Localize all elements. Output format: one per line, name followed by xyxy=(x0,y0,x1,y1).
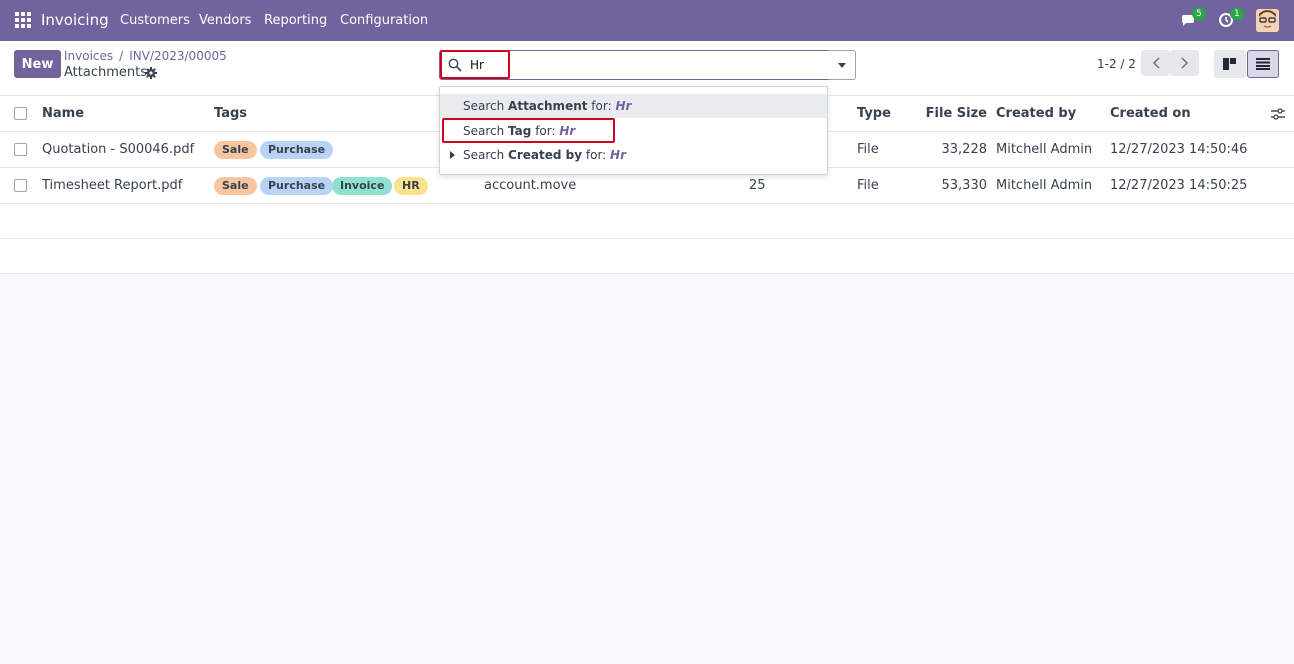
activities-badge: 1 xyxy=(1230,8,1244,20)
breadcrumb: Invoices / INV/2023/00005 xyxy=(64,49,227,63)
gear-icon[interactable] xyxy=(145,67,157,82)
messages-icon[interactable]: 5 xyxy=(1180,8,1206,31)
kanban-icon xyxy=(1223,58,1236,70)
row-res-model: account.move xyxy=(484,178,577,193)
header-name[interactable]: Name xyxy=(42,106,84,121)
apps-menu-icon[interactable] xyxy=(15,12,31,28)
row-res-id: 25 xyxy=(749,178,766,193)
tag-sale: Sale xyxy=(214,177,257,195)
new-button[interactable]: New xyxy=(14,50,61,78)
tag-purchase: Purchase xyxy=(260,177,334,195)
row-type: File xyxy=(857,142,879,157)
row-created-by: Mitchell Admin xyxy=(996,142,1093,157)
breadcrumb-invoices[interactable]: Invoices xyxy=(64,49,113,63)
chevron-left-icon xyxy=(1152,57,1160,69)
chevron-right-icon xyxy=(1180,57,1188,69)
menu-configuration[interactable]: Configuration xyxy=(340,13,428,28)
tag-suggestion-highlight-box xyxy=(442,118,615,143)
app-brand[interactable]: Invoicing xyxy=(41,11,109,29)
row-checkbox[interactable] xyxy=(14,179,27,192)
header-tags[interactable]: Tags xyxy=(214,106,247,121)
page-title: Attachments xyxy=(64,65,147,80)
caret-down-icon xyxy=(837,62,846,68)
row-file-size: 53,330 xyxy=(941,178,988,193)
row-name: Quotation - S00046.pdf xyxy=(42,142,195,157)
header-type[interactable]: Type xyxy=(857,106,891,121)
header-created-by[interactable]: Created by xyxy=(996,106,1076,121)
menu-customers[interactable]: Customers xyxy=(120,13,190,28)
row-checkbox[interactable] xyxy=(14,143,27,156)
menu-vendors[interactable]: Vendors xyxy=(199,13,251,28)
search-input[interactable] xyxy=(470,56,770,74)
pager-next-button[interactable] xyxy=(1170,50,1199,76)
search-highlight-box xyxy=(440,50,510,79)
row-created-on: 12/27/2023 14:50:25 xyxy=(1110,178,1248,193)
empty-row xyxy=(0,204,1294,239)
column-settings-icon[interactable] xyxy=(1271,107,1285,125)
tag-sale: Sale xyxy=(214,141,257,159)
pager-value[interactable]: 1-2 / 2 xyxy=(1097,57,1136,71)
list-icon xyxy=(1256,58,1270,70)
list-view-button[interactable] xyxy=(1247,50,1279,78)
user-avatar[interactable] xyxy=(1256,9,1279,32)
expand-caret-icon[interactable] xyxy=(450,151,455,159)
row-created-by: Mitchell Admin xyxy=(996,178,1093,193)
tag-purchase: Purchase xyxy=(260,141,334,159)
select-all-checkbox[interactable] xyxy=(14,107,27,120)
empty-row xyxy=(0,239,1294,274)
search-options-toggle[interactable] xyxy=(828,50,856,80)
header-created-on[interactable]: Created on xyxy=(1110,106,1191,121)
top-navbar: Invoicing Customers Vendors Reporting Co… xyxy=(0,0,1294,41)
row-file-size: 33,228 xyxy=(941,142,988,157)
breadcrumb-invoice[interactable]: INV/2023/00005 xyxy=(129,49,227,63)
header-file-size[interactable]: File Size xyxy=(900,106,987,121)
tag-hr: HR xyxy=(394,177,428,195)
row-name: Timesheet Report.pdf xyxy=(42,178,183,193)
kanban-view-button[interactable] xyxy=(1214,50,1246,78)
suggestion-created-by[interactable]: Search Created by for: Hr xyxy=(440,143,827,167)
pager-previous-button[interactable] xyxy=(1141,50,1170,76)
search-suggestions-dropdown: Search Attachment for: Hr Search Tag for… xyxy=(439,86,828,175)
menu-reporting[interactable]: Reporting xyxy=(264,13,327,28)
activities-icon[interactable]: 1 xyxy=(1218,8,1244,31)
tag-invoice: Invoice xyxy=(332,177,393,195)
suggestion-attachment[interactable]: Search Attachment for: Hr xyxy=(440,94,827,118)
row-type: File xyxy=(857,178,879,193)
row-created-on: 12/27/2023 14:50:46 xyxy=(1110,142,1248,157)
messages-badge: 5 xyxy=(1192,8,1206,20)
